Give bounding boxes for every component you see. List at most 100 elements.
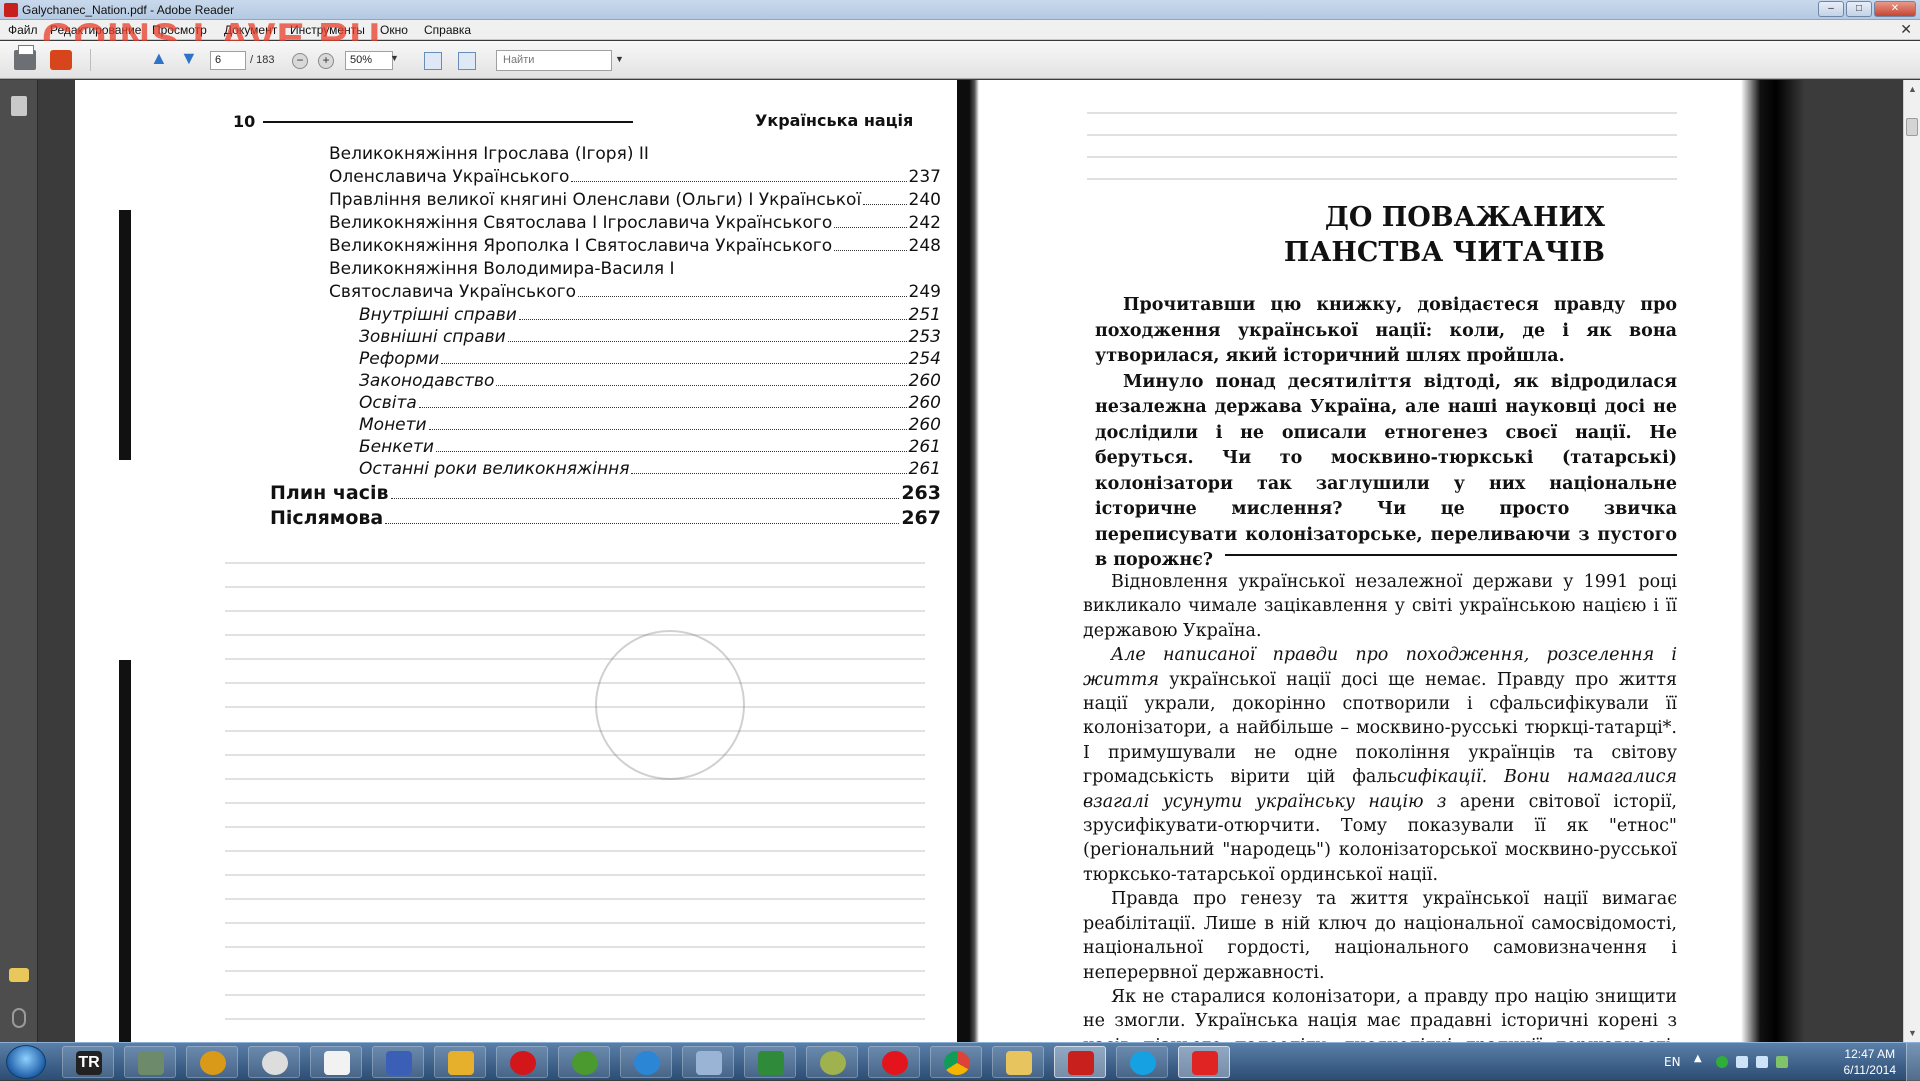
maximize-button[interactable]: □ [1846,1,1872,17]
volume-icon[interactable] [1736,1056,1748,1068]
toc-entry-page: 251 [908,305,941,325]
zoom-input[interactable]: 50% [345,51,393,70]
print-icon[interactable] [14,45,36,70]
taskbar-app-opera-2[interactable] [868,1046,920,1078]
clock[interactable]: 12:47 AM 6/11/2014 [1844,1046,1897,1078]
attachments-icon[interactable] [12,1008,26,1028]
steam-icon [262,1051,288,1075]
taskbar-app-winamp[interactable] [186,1046,238,1078]
toc-entry[interactable]: Великокняжіння Володимира-Василя І [329,259,941,279]
taskbar-app-onion[interactable] [806,1046,858,1078]
toc-entry-label: Законодавство [359,371,495,391]
toc-subentry[interactable]: Законодавство 260 [359,371,941,391]
taskbar-app-floppy[interactable] [372,1046,424,1078]
toc-subentry[interactable]: Освіта 260 [359,393,941,413]
toc-subentry[interactable]: Внутрішні справи 251 [359,305,941,325]
toc-chapter[interactable]: Плин часів 263 [270,482,941,504]
close-window-button[interactable]: ✕ [1874,1,1916,17]
taskbar-app-pencil[interactable] [434,1046,486,1078]
previous-page-icon[interactable] [150,48,170,70]
vertical-scrollbar[interactable]: ▲ ▼ [1903,80,1920,1042]
taskbar-app-excel[interactable] [744,1046,796,1078]
dot-leader [578,296,907,297]
taskbar-app-utorrent[interactable] [558,1046,610,1078]
toc-entry-label: Плин часів [270,482,389,504]
find-dropdown-icon[interactable]: ▼ [615,54,624,64]
toc-entry-page: 267 [901,507,941,529]
toc-entry-label: Святославича Українського [329,282,577,302]
winamp-icon [200,1051,226,1075]
dot-leader [435,451,907,452]
taskbar-app-skype[interactable] [1116,1046,1168,1078]
taskbar-app-thunder[interactable] [620,1046,672,1078]
menu-file[interactable]: Файл [8,23,38,37]
close-document-icon[interactable]: ✕ [1900,21,1912,38]
show-desktop-button[interactable] [1906,1043,1920,1081]
toc-entry[interactable]: Правління великої княгині Оленслави (Оль… [329,190,941,210]
toc-entry-label: Внутрішні справи [359,305,517,325]
toc-entry-label: Великокняжіння Ярополка І Святославича У… [329,236,833,256]
body-paragraph: Але написаної правди про походження, роз… [1083,643,1677,887]
photo-icon [138,1051,164,1075]
toc-subentry[interactable]: Останні роки великокняжіння 261 [359,459,941,479]
toc-entry-label: Бенкети [359,437,434,457]
toc-entry-label: Останні роки великокняжіння [359,459,630,479]
toc-entry[interactable]: Великокняжіння Святослава І Ігрославича … [329,213,941,233]
clock-date: 6/11/2014 [1843,1063,1897,1077]
scroll-down-icon[interactable]: ▼ [1908,1028,1917,1038]
taskbar-app-steam[interactable] [248,1046,300,1078]
language-indicator[interactable]: EN [1664,1055,1681,1069]
network-icon[interactable] [1756,1056,1768,1068]
toc-subentry[interactable]: Зовнішні справи 253 [359,327,941,347]
left-page: 10 Українська нація Великокняжіння Ігрос… [75,80,991,1042]
document-view[interactable]: 10 Українська нація Великокняжіння Ігрос… [39,80,1903,1042]
page-number-input[interactable]: 6 [210,51,246,70]
minimize-button[interactable]: – [1818,1,1844,17]
share-icon[interactable] [50,50,72,70]
body-paragraph: Правда про генезу та життя української н… [1083,889,1677,983]
taskbar-app-inkscape[interactable] [310,1046,362,1078]
toc-entry-label: Оленславича Українського [329,167,570,187]
zoom-dropdown-icon[interactable]: ▼ [390,53,399,63]
taskbar-app-pen[interactable] [682,1046,734,1078]
toc-entry-page: 253 [908,327,941,347]
toc-subentry[interactable]: Реформи 254 [359,349,941,369]
taskbar-app-opera[interactable] [496,1046,548,1078]
taskbar-app-photo[interactable] [124,1046,176,1078]
taskbar-app-explorer[interactable] [992,1046,1044,1078]
menu-window[interactable]: Окно [380,23,408,37]
scroll-up-icon[interactable]: ▲ [1908,84,1917,94]
zoom-in-icon[interactable]: + [318,53,334,69]
scroll-thumb[interactable] [1906,118,1918,136]
next-page-icon[interactable] [180,48,200,70]
tray-expand-icon[interactable]: ▲ [1694,1053,1702,1064]
toc-entry-page: 249 [908,282,941,302]
dot-leader [518,319,907,320]
utorrent-tray-icon[interactable] [1716,1056,1728,1068]
toolbar: 6 / 183 − + 50% ▼ Найти ▼ [0,41,1920,79]
taskbar-app-acrobat[interactable] [1054,1046,1106,1078]
taskbar-app-seal[interactable] [1178,1046,1230,1078]
menu-help[interactable]: Справка [424,23,471,37]
toc-entry[interactable]: Оленславича Українського 237 [329,167,941,187]
taskbar-app-chrome[interactable] [930,1046,982,1078]
comments-icon[interactable] [9,968,29,982]
pages-panel-icon[interactable] [11,96,27,116]
toc-subentry[interactable]: Монети 260 [359,415,941,435]
fit-width-icon[interactable] [424,52,442,70]
toc-entry[interactable]: Святославича Українського 249 [329,282,941,302]
page-edge-shadow [1741,80,1805,1042]
toc-entry-page: 261 [908,437,941,457]
taskbar-app-tr[interactable]: TR [62,1046,114,1078]
fit-page-icon[interactable] [458,52,476,70]
start-button[interactable] [6,1045,46,1079]
find-input[interactable]: Найти [496,50,612,71]
zoom-out-icon[interactable]: − [292,53,308,69]
dot-leader [390,498,900,499]
body-paragraph: Відновлення української незалежної держа… [1083,572,1677,641]
toc-subentry[interactable]: Бенкети 261 [359,437,941,457]
toc-entry[interactable]: Великокняжіння Ярополка І Святославича У… [329,236,941,256]
toc-entry[interactable]: Великокняжіння Ігрослава (Ігоря) ІІ [329,144,941,164]
toc-chapter[interactable]: Післямова 267 [270,507,941,529]
battery-icon[interactable] [1776,1056,1788,1068]
